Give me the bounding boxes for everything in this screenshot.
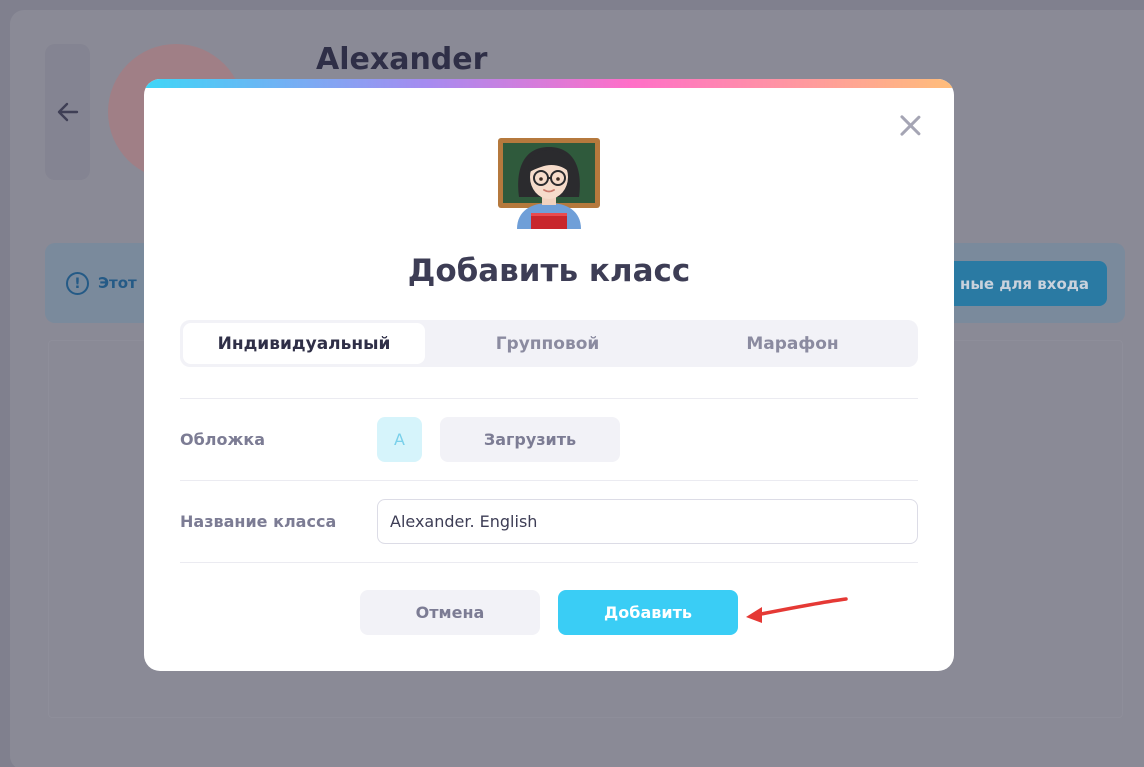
profile-name: Alexander	[316, 42, 488, 77]
cover-preview: A	[377, 417, 422, 462]
tab-marathon[interactable]: Марафон	[670, 323, 915, 364]
cover-label: Обложка	[180, 430, 266, 449]
class-name-input[interactable]	[377, 499, 918, 544]
close-icon[interactable]	[898, 113, 922, 137]
upload-button[interactable]: Загрузить	[440, 417, 620, 462]
tab-group[interactable]: Групповой	[425, 323, 670, 364]
divider	[180, 398, 918, 399]
divider	[180, 562, 918, 563]
info-icon: !	[66, 272, 89, 295]
add-button[interactable]: Добавить	[558, 590, 738, 635]
modal-title: Добавить класс	[407, 253, 691, 289]
modal-gradient-bar	[144, 79, 954, 88]
red-arrow-icon	[746, 597, 848, 623]
class-name-label: Название класса	[180, 512, 337, 531]
teacher-emoji-icon	[498, 138, 600, 229]
back-button[interactable]	[45, 44, 90, 180]
back-arrow-icon	[57, 102, 78, 122]
tab-individual[interactable]: Индивидуальный	[183, 323, 425, 364]
divider	[180, 480, 918, 481]
banner-text: Этот	[98, 274, 137, 292]
login-data-button[interactable]: ные для входа	[940, 261, 1107, 306]
add-class-modal: Добавить класс Индивидуальный Групповой …	[144, 79, 954, 671]
class-type-tabs: Индивидуальный Групповой Марафон	[180, 320, 918, 367]
cancel-button[interactable]: Отмена	[360, 590, 540, 635]
